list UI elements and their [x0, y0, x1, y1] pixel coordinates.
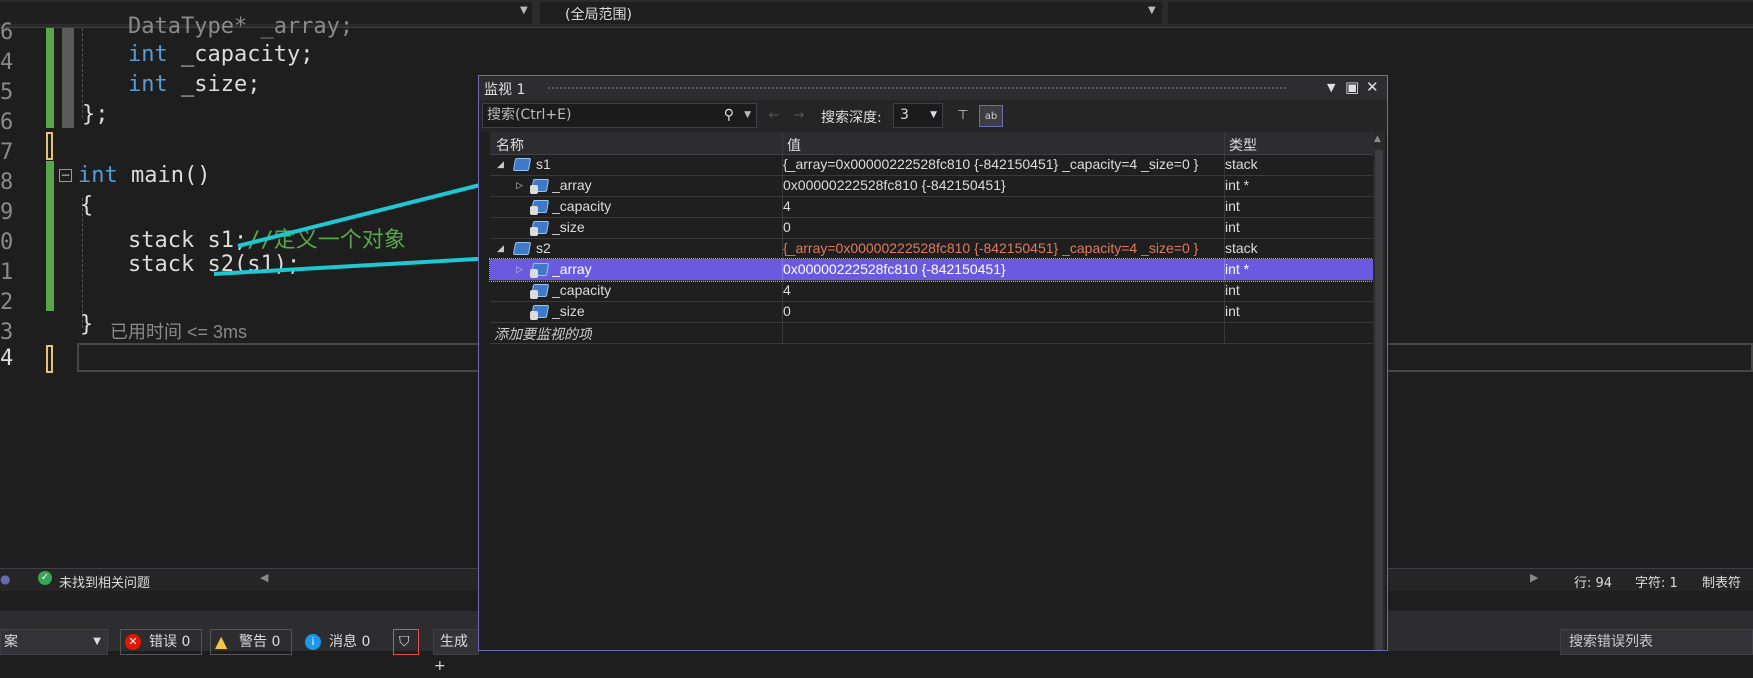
watch-row[interactable]: _size 0 int	[490, 217, 1375, 239]
chevron-down-icon: ▼	[930, 110, 937, 120]
watch-row[interactable]: _capacity 4 int	[490, 196, 1375, 218]
row-value[interactable]: 0x00000222528fc810 {-842150451}	[783, 261, 1219, 277]
arrow-to-s2	[213, 256, 495, 276]
watch-title-bar[interactable]: 监视 1 ▼ ▣ ✕	[479, 76, 1387, 100]
row-type: int	[1225, 219, 1240, 235]
drag-grip[interactable]	[547, 86, 1287, 91]
row-name: s2	[536, 240, 551, 256]
row-value[interactable]: 4	[783, 282, 1219, 298]
search-depth-label: 搜索深度:	[821, 110, 882, 126]
row-value[interactable]: 0	[783, 219, 1219, 235]
row-type: stack	[1225, 156, 1258, 172]
vertical-scrollbar[interactable]: ▲	[1373, 132, 1385, 650]
row-name: _capacity	[552, 198, 612, 214]
window-menu-icon[interactable]: ▼	[1327, 81, 1335, 94]
column-header-value[interactable]: 值	[787, 135, 801, 155]
row-name: _size	[552, 303, 585, 319]
back-arrow-icon[interactable]: ←	[762, 105, 786, 127]
row-type: stack	[1225, 240, 1258, 256]
search-depth-dropdown[interactable]: 3 ▼	[893, 103, 943, 128]
watch-row[interactable]: ▷ _array 0x00000222528fc810 {-842150451}…	[490, 175, 1375, 197]
row-name: _array	[552, 177, 592, 193]
watch-row[interactable]: _size 0 int	[490, 301, 1375, 323]
object-icon	[512, 242, 532, 255]
hex-display-icon[interactable]: ab	[979, 105, 1003, 127]
add-watch-row[interactable]: 添加要监视的项	[490, 322, 1375, 344]
column-header-type[interactable]: 类型	[1229, 135, 1257, 155]
object-icon	[512, 158, 532, 171]
row-name: _capacity	[552, 282, 612, 298]
lock-icon	[530, 227, 538, 236]
lock-icon	[530, 185, 538, 194]
collapse-triangle-icon[interactable]: ◢	[497, 243, 504, 254]
row-name: s1	[536, 156, 551, 172]
row-type: int *	[1225, 261, 1250, 277]
row-name: _size	[552, 219, 585, 235]
search-icon[interactable]: ⚲	[724, 104, 734, 127]
row-value[interactable]: 0x00000222528fc810 {-842150451}	[783, 177, 1219, 193]
watch-search-input[interactable]: 搜索(Ctrl+E) ⚲ ▼	[482, 103, 757, 128]
watch-row[interactable]: _capacity 4 int	[490, 280, 1375, 302]
lock-icon	[530, 269, 538, 278]
arrow-to-s1	[237, 180, 493, 248]
add-watch-placeholder[interactable]: 添加要监视的项	[494, 324, 592, 344]
lock-icon	[530, 311, 538, 320]
expand-triangle-icon[interactable]: ▷	[516, 180, 523, 191]
row-value[interactable]: {_array=0x00000222528fc810 {-842150451} …	[783, 156, 1219, 172]
row-type: int	[1225, 198, 1240, 214]
lock-icon	[530, 206, 538, 215]
maximize-icon[interactable]: ▣	[1345, 78, 1359, 96]
scroll-up-icon[interactable]: ▲	[1374, 134, 1381, 144]
watch-row-selected[interactable]: ▷ _array 0x00000222528fc810 {-842150451}…	[489, 258, 1376, 282]
watch-row[interactable]: ◢ s1 {_array=0x00000222528fc810 {-842150…	[490, 154, 1375, 176]
chevron-down-icon[interactable]: ▼	[744, 104, 751, 127]
expand-triangle-icon[interactable]: ▷	[516, 264, 523, 275]
row-value-changed[interactable]: {_array=0x00000222528fc810 {-842150451} …	[783, 240, 1219, 256]
grid-header: 名称 值 类型	[490, 132, 1375, 155]
close-icon[interactable]: ✕	[1366, 78, 1379, 96]
row-type: int	[1225, 282, 1240, 298]
row-type: int	[1225, 303, 1240, 319]
row-name: _array	[552, 261, 592, 277]
column-header-name[interactable]: 名称	[496, 135, 524, 155]
collapse-triangle-icon[interactable]: ◢	[497, 159, 504, 170]
row-value[interactable]: 4	[783, 198, 1219, 214]
watch-row[interactable]: ◢ s2 {_array=0x00000222528fc810 {-842150…	[490, 238, 1375, 260]
row-value[interactable]: 0	[783, 303, 1219, 319]
row-type: int *	[1225, 177, 1250, 193]
watch-title: 监视 1	[484, 82, 526, 98]
watch-toolbar: 搜索(Ctrl+E) ⚲ ▼ ← → 搜索深度: 3 ▼ ⊤ ab	[479, 100, 1387, 132]
watch-window[interactable]: 监视 1 ▼ ▣ ✕ 搜索(Ctrl+E) ⚲ ▼ ← → 搜索深度: 3 ▼ …	[478, 75, 1388, 651]
lock-icon	[530, 290, 538, 299]
scrollbar-thumb[interactable]	[1375, 150, 1383, 650]
forward-arrow-icon[interactable]: →	[787, 105, 811, 127]
pin-icon[interactable]: ⊤	[951, 105, 975, 127]
